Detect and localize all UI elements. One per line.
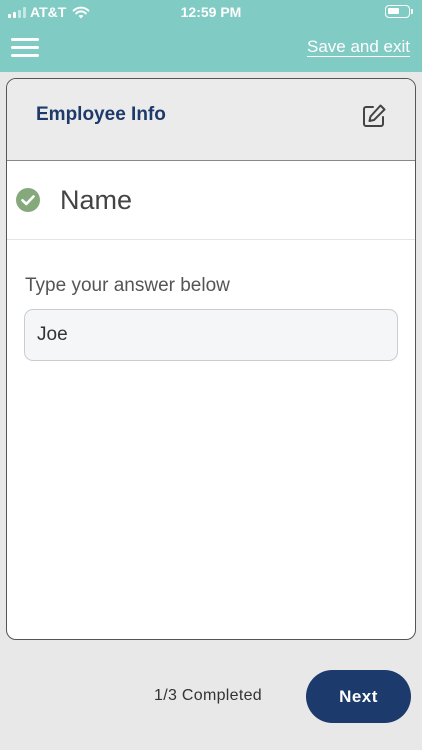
edit-icon[interactable]: [361, 103, 387, 129]
status-bar: AT&T 12:59 PM: [0, 0, 422, 24]
app-header: AT&T 12:59 PM Save and exit: [0, 0, 422, 72]
card-header: Employee Info: [7, 79, 415, 161]
battery-icon: [385, 5, 413, 18]
question-label: Name: [60, 185, 133, 215]
progress-text: 1/3 Completed: [154, 687, 262, 704]
save-and-exit-link[interactable]: Save and exit: [307, 37, 410, 57]
form-card: Employee Info Name Type your answer belo…: [6, 78, 416, 640]
check-circle-icon: [16, 188, 40, 212]
status-time: 12:59 PM: [180, 4, 242, 20]
card-title: Employee Info: [36, 104, 166, 125]
hamburger-menu-icon[interactable]: [11, 36, 39, 58]
question-row: Name: [7, 161, 415, 240]
answer-input[interactable]: [24, 309, 398, 361]
next-button[interactable]: Next: [306, 670, 411, 723]
answer-prompt: Type your answer below: [25, 275, 230, 296]
